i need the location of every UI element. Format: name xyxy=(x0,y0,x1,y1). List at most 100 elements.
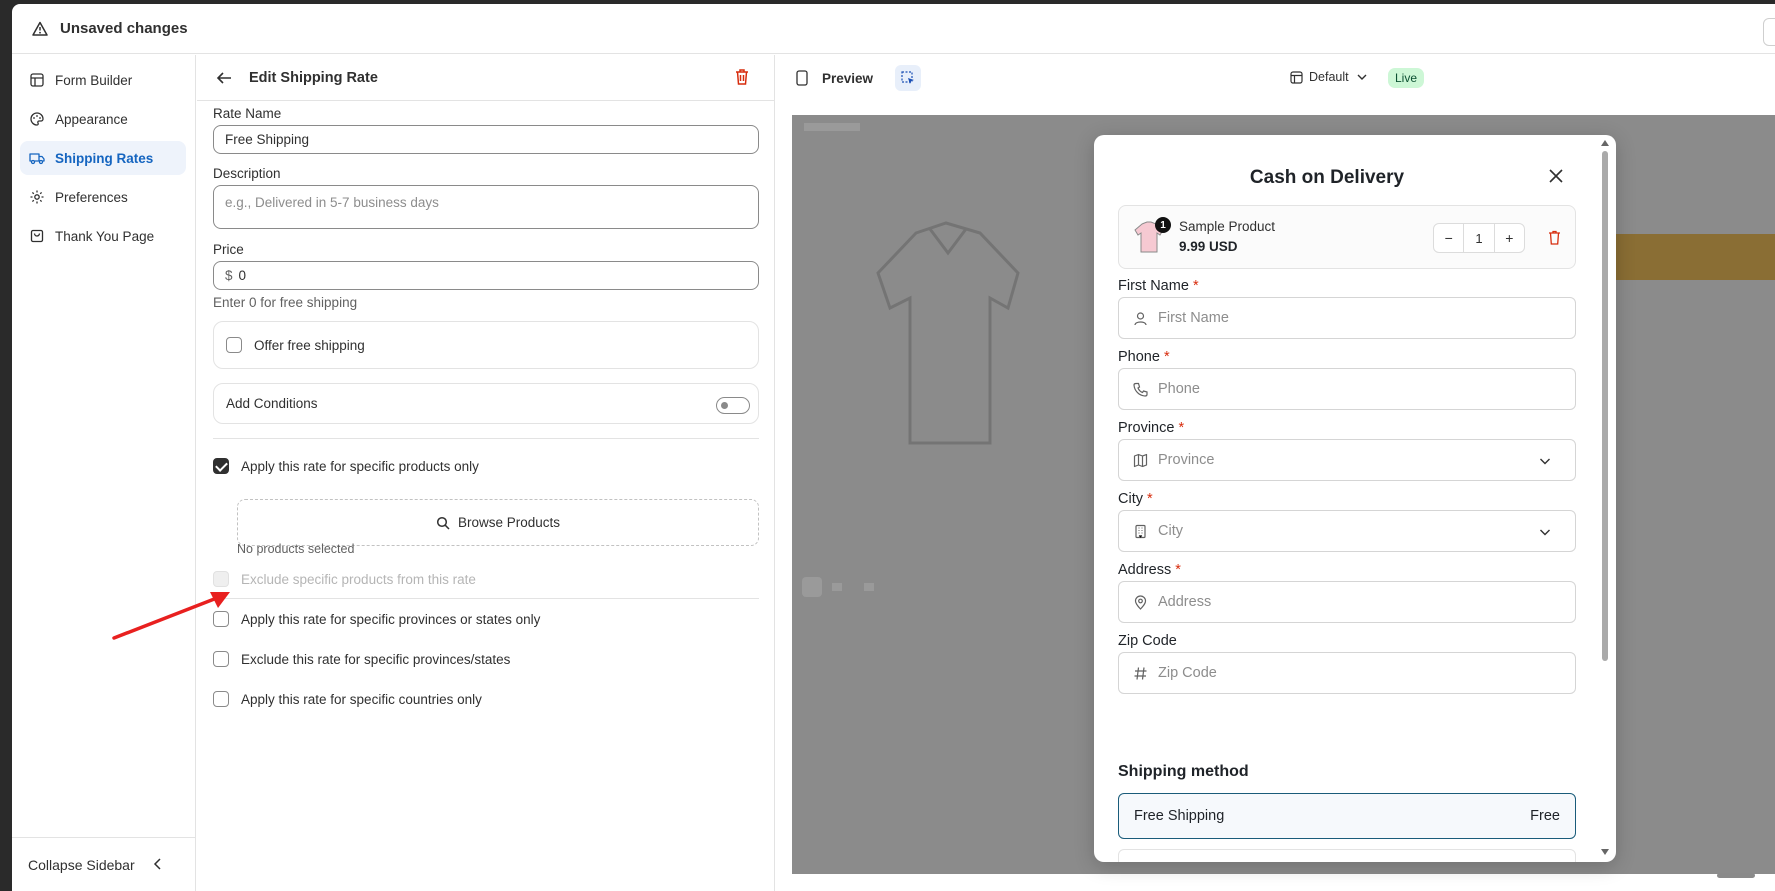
section-divider xyxy=(213,438,759,439)
exclude-provinces-label: Exclude this rate for specific provinces… xyxy=(241,651,511,667)
select-cursor-icon xyxy=(901,71,914,84)
add-conditions-toggle[interactable] xyxy=(716,397,750,414)
phone-icon xyxy=(1133,382,1148,397)
remove-product-trash-icon[interactable] xyxy=(1548,230,1561,245)
gear-icon xyxy=(30,190,44,204)
annotation-arrow xyxy=(112,592,230,640)
shipping-option-name: Free Shipping xyxy=(1134,808,1225,824)
zip-code-label: Zip Code xyxy=(1118,633,1177,649)
first-name-placeholder: First Name xyxy=(1158,310,1229,326)
preview-label: Preview xyxy=(822,70,874,86)
blurred-thumb xyxy=(802,577,822,597)
zip-code-field[interactable]: Zip Code xyxy=(1118,652,1576,694)
browse-products-label: Browse Products xyxy=(457,515,561,530)
section-divider xyxy=(213,598,759,599)
scroll-down-arrow[interactable] xyxy=(1601,849,1609,855)
province-label: Province * xyxy=(1118,420,1185,436)
blurred-text xyxy=(804,123,860,131)
layout-icon xyxy=(30,73,44,87)
sidebar-item-appearance[interactable]: Appearance xyxy=(20,102,186,136)
element-select-button[interactable] xyxy=(895,65,921,91)
address-label: Address * xyxy=(1118,562,1181,578)
offer-free-shipping-label: Offer free shipping xyxy=(254,337,365,353)
quantity-value[interactable]: 1 xyxy=(1463,224,1495,252)
decrease-quantity-button[interactable]: − xyxy=(1434,224,1463,252)
address-field[interactable]: Address xyxy=(1118,581,1576,623)
scroll-up-arrow[interactable] xyxy=(1601,140,1609,146)
first-name-label: First Name * xyxy=(1118,278,1199,294)
city-select[interactable]: City xyxy=(1118,510,1576,552)
price-help-text: Enter 0 for free shipping xyxy=(213,295,358,310)
province-placeholder: Province xyxy=(1158,452,1215,468)
window-corner-control[interactable] xyxy=(1763,18,1775,46)
sidebar-item-label: Shipping Rates xyxy=(55,150,154,166)
specific-countries-label: Apply this rate for specific countries o… xyxy=(241,691,482,707)
collapse-sidebar-label: Collapse Sidebar xyxy=(28,856,135,873)
sidebar-item-shipping-rates[interactable]: Shipping Rates xyxy=(20,141,186,175)
no-products-selected-text: No products selected xyxy=(237,542,355,556)
hash-icon xyxy=(1134,666,1147,680)
chevron-down-icon xyxy=(1357,74,1367,80)
cart-product-row: 1 Sample Product 9.99 USD − 1 + xyxy=(1118,205,1576,269)
template-icon xyxy=(1290,70,1303,84)
unsaved-changes-title: Unsaved changes xyxy=(60,20,188,37)
description-label: Description xyxy=(213,166,281,181)
sidebar-item-label: Preferences xyxy=(55,189,128,205)
mobile-device-icon[interactable] xyxy=(796,70,808,86)
back-arrow-icon[interactable] xyxy=(215,69,233,87)
modal-title: Cash on Delivery xyxy=(1249,167,1405,188)
browse-products-button[interactable]: Browse Products xyxy=(237,499,759,546)
template-dropdown[interactable]: Default xyxy=(1290,70,1375,84)
sidebar-item-preferences[interactable]: Preferences xyxy=(20,180,186,214)
first-name-field[interactable]: First Name xyxy=(1118,297,1576,339)
increase-quantity-button[interactable]: + xyxy=(1495,224,1524,252)
app-window: Unsaved changes Form Builder Appearance … xyxy=(12,4,1775,891)
specific-products-row: Apply this rate for specific products on… xyxy=(213,458,479,474)
city-placeholder: City xyxy=(1158,523,1183,539)
quantity-badge: 1 xyxy=(1155,217,1171,233)
add-conditions-label: Add Conditions xyxy=(226,396,318,411)
close-icon[interactable] xyxy=(1548,168,1564,184)
resize-handle[interactable] xyxy=(1717,873,1755,878)
specific-products-label: Apply this rate for specific products on… xyxy=(241,458,479,474)
exclude-provinces-checkbox[interactable] xyxy=(213,651,229,667)
shipping-option-next[interactable] xyxy=(1118,849,1576,862)
search-icon xyxy=(436,516,450,530)
modal-scrollbar[interactable] xyxy=(1602,151,1608,661)
offer-free-shipping-box: Offer free shipping xyxy=(213,321,759,369)
phone-placeholder: Phone xyxy=(1158,381,1200,397)
exclude-products-label: Exclude specific products from this rate xyxy=(241,571,476,587)
collapse-sidebar-button[interactable]: Collapse Sidebar xyxy=(12,837,195,891)
rate-name-input[interactable]: Free Shipping xyxy=(213,125,759,154)
template-label: Default xyxy=(1309,70,1349,84)
blurred-thumb xyxy=(864,583,874,591)
sidebar-item-label: Thank You Page xyxy=(55,228,155,244)
specific-provinces-label: Apply this rate for specific provinces o… xyxy=(241,611,541,627)
shipping-option-free[interactable]: Free Shipping Free xyxy=(1118,793,1576,839)
sidebar-item-label: Form Builder xyxy=(55,72,133,88)
specific-products-checkbox[interactable] xyxy=(213,458,229,474)
live-status-badge: Live xyxy=(1388,68,1425,88)
product-name: Sample Product xyxy=(1179,219,1276,234)
price-input[interactable]: $ 0 xyxy=(213,261,759,290)
bag-icon xyxy=(30,229,44,243)
specific-countries-checkbox[interactable] xyxy=(213,691,229,707)
delete-rate-trash-icon[interactable] xyxy=(734,68,750,86)
sidebar-item-thank-you-page[interactable]: Thank You Page xyxy=(20,219,186,253)
description-textarea[interactable]: e.g., Delivered in 5-7 business days xyxy=(213,185,759,229)
cod-form-modal: Cash on Delivery 1 Sample Product 9.99 U… xyxy=(1094,135,1616,862)
sidebar-item-form-builder[interactable]: Form Builder xyxy=(20,63,186,97)
product-price: 9.99 USD xyxy=(1179,239,1238,254)
specific-countries-row: Apply this rate for specific countries o… xyxy=(213,691,482,707)
province-select[interactable]: Province xyxy=(1118,439,1576,481)
offer-free-shipping-checkbox[interactable] xyxy=(226,337,242,353)
price-label: Price xyxy=(213,242,244,257)
address-placeholder: Address xyxy=(1158,594,1212,610)
shipping-option-price: Free xyxy=(1530,808,1560,824)
building-icon xyxy=(1135,524,1146,538)
city-label: City * xyxy=(1118,491,1153,507)
edit-panel-header: Edit Shipping Rate xyxy=(197,55,774,101)
phone-field[interactable]: Phone xyxy=(1118,368,1576,410)
chevron-down-icon xyxy=(1540,529,1550,536)
edit-shipping-rate-panel: Edit Shipping Rate Rate Name Free Shippi… xyxy=(197,55,775,891)
